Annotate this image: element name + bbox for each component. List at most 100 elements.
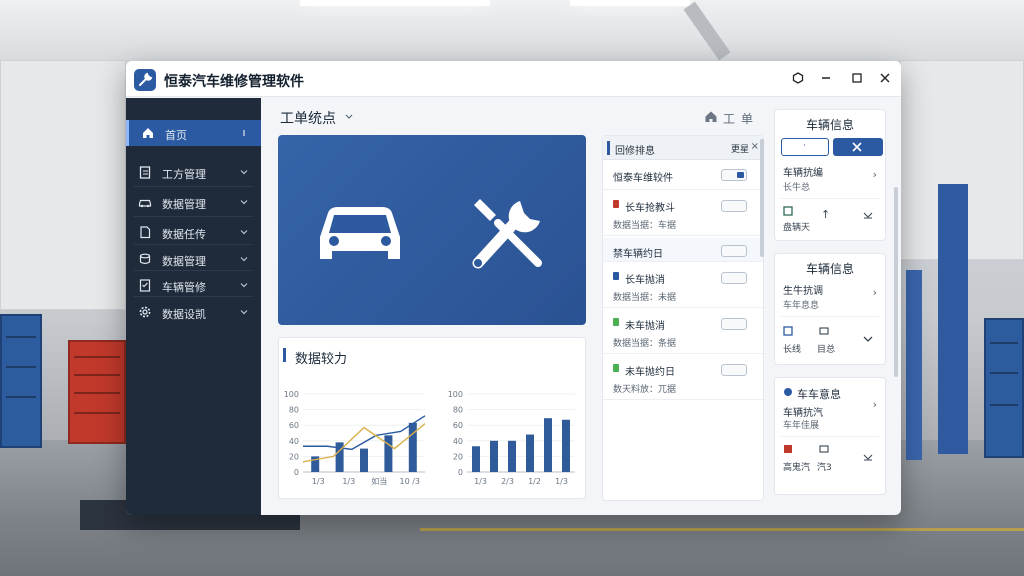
home-icon — [143, 128, 153, 138]
status-marker — [613, 364, 619, 372]
vehicle-item-sub: 车年息息 — [783, 301, 820, 311]
vehicle-card: 车辆信息 生牛抗调 车年息息 › 长线 目总 — [774, 253, 886, 365]
y-tick-label: 100 — [448, 390, 463, 399]
list-item[interactable]: 长车抛消 数据当据：未据 — [603, 264, 763, 308]
right-scrollbar[interactable] — [894, 187, 898, 377]
bar — [562, 419, 570, 472]
close-icon[interactable]: × — [751, 141, 759, 152]
chevron-down-icon — [240, 230, 248, 235]
vehicle-mini-label: 盘辆天 — [783, 223, 811, 233]
vehicle-item-title: 生牛抗调 — [783, 286, 823, 297]
bar — [490, 440, 498, 472]
vehicle-card: 车辆信息 · 车辆抗编 长牛总 › 盘辆天 ↑ — [774, 109, 886, 241]
vehicle-card: 车车意息 车辆抗汽 车年佳展 › 高鬼汽 汽3 — [774, 377, 886, 495]
settings-icon[interactable] — [788, 69, 808, 89]
list-item[interactable]: 未车抛约日数天料放：兀据 — [603, 356, 763, 400]
vehicle-card-header: 车车意息 — [797, 388, 841, 401]
chevron-down-icon — [240, 283, 248, 288]
app-window: 恒泰汽车维修管理软件 首页 工方管理 数据管理 数据任传 数据管理 车辆管修 数… — [126, 61, 901, 515]
bar — [526, 434, 534, 472]
y-tick-label: 20 — [289, 452, 299, 461]
folder-icon — [819, 445, 829, 453]
sidebar-item-data[interactable]: 数据管理 — [126, 189, 261, 215]
doc-icon — [783, 326, 793, 336]
list-item-title: 恒泰车维较件 — [613, 173, 673, 184]
vehicle-search-button[interactable]: · — [781, 138, 829, 156]
y-tick-label: 60 — [453, 421, 463, 430]
x-tick-label: 2/3 — [501, 477, 514, 486]
list-item-title: 未车抛约日 — [625, 367, 675, 378]
arrow-up-icon[interactable]: ↑ — [821, 208, 830, 221]
chevron-right-icon[interactable]: › — [873, 286, 877, 299]
chevron-down-icon[interactable] — [863, 334, 873, 344]
indicator-icon — [243, 130, 245, 136]
chevron-down-icon — [240, 200, 248, 205]
maximize-button[interactable] — [847, 69, 867, 89]
sidebar-item-workorder[interactable]: 工方管理 — [126, 159, 261, 185]
series-line — [303, 415, 426, 451]
list-scrollbar[interactable] — [760, 139, 764, 257]
chevron-right-icon[interactable]: › — [873, 168, 877, 181]
toggle-switch[interactable] — [721, 272, 747, 284]
minimize-button[interactable] — [816, 69, 836, 89]
wrench-screwdriver-icon — [472, 199, 542, 269]
vehicle-tools-button[interactable] — [833, 138, 883, 156]
vehicle-card-header: 车辆信息 — [805, 262, 854, 276]
x-tick-label: 10 /3 — [399, 477, 420, 486]
info-icon — [784, 388, 792, 396]
sidebar-item-label: 数据管理 — [162, 198, 206, 211]
tools-icon — [852, 142, 862, 152]
sidebar-item-label: 车辆管修 — [162, 281, 206, 294]
list-item[interactable]: 未车抛消 数据当据：条据 — [603, 310, 763, 354]
close-button[interactable] — [875, 69, 895, 89]
list-item[interactable]: 长车抢教斗 数据当据：车据 — [603, 192, 763, 236]
bar — [508, 440, 516, 472]
work-list-title: 回修排息 — [615, 146, 655, 157]
app-logo-icon — [134, 69, 156, 91]
toggle-switch[interactable] — [721, 169, 747, 181]
x-tick-label: 如当 — [371, 476, 387, 486]
chevron-down-icon[interactable] — [863, 210, 873, 220]
toggle-switch[interactable] — [721, 364, 747, 376]
breadcrumb[interactable]: 工单 — [723, 110, 759, 127]
list-item-subtitle: 数天料放：兀据 — [613, 385, 677, 395]
y-tick-label: 0 — [294, 468, 299, 477]
charts-canvas: 0 20 40 60 80 100 1/3 1/3 如当 10 /3 0 20 40 60 80 100 1/3… — [284, 390, 575, 486]
vehicle-mini-label: 长线 — [783, 345, 802, 355]
list-item-title: 禁车辆约日 — [613, 249, 663, 260]
toggle-switch[interactable] — [721, 200, 747, 212]
sidebar: 首页 工方管理 数据管理 数据任传 数据管理 车辆管修 数据设凯 — [126, 98, 261, 515]
update-link[interactable]: 更星 — [731, 142, 749, 155]
y-tick-label: 60 — [289, 421, 299, 430]
doc-icon — [783, 206, 793, 216]
sidebar-item-label: 工方管理 — [162, 168, 206, 181]
alert-icon — [784, 445, 792, 453]
sidebar-item-vehicle[interactable]: 车辆管修 — [126, 272, 261, 298]
home-icon[interactable] — [704, 110, 718, 123]
chevron-right-icon[interactable]: › — [873, 398, 877, 411]
toggle-switch[interactable] — [721, 318, 747, 330]
sidebar-item-transfer[interactable]: 数据任传 — [126, 219, 261, 245]
sidebar-item-label: 数据任传 — [162, 228, 206, 241]
chevron-down-icon[interactable] — [344, 113, 354, 121]
page-title: 工单统点 — [280, 111, 336, 127]
checklist-icon — [139, 279, 151, 292]
sidebar-item-home[interactable]: 首页 — [126, 120, 261, 146]
status-marker — [613, 200, 619, 208]
toggle-switch[interactable] — [721, 245, 747, 257]
gear-icon — [139, 306, 151, 318]
chevron-down-icon — [240, 257, 248, 262]
list-item-subtitle: 数据当据：车据 — [613, 221, 677, 231]
y-tick-label: 0 — [458, 468, 463, 477]
sidebar-item-data-2[interactable]: 数据管理 — [126, 246, 261, 272]
vehicle-mini-label: 高鬼汽 — [783, 463, 811, 473]
sidebar-item-label: 数据设凯 — [162, 308, 206, 321]
vehicle-panel: 车辆信息 · 车辆抗编 长牛总 › 盘辆天 ↑ 车辆信息 生牛抗调 车年息息 ›… — [774, 109, 888, 501]
list-item[interactable]: 恒泰车维较件 — [603, 162, 763, 190]
title-bar: 恒泰汽车维修管理软件 — [126, 61, 901, 97]
list-item[interactable]: 禁车辆约日 — [603, 238, 763, 262]
bar — [408, 422, 417, 472]
folder-icon — [819, 327, 829, 335]
chevron-down-icon[interactable] — [863, 452, 873, 462]
sidebar-item-settings[interactable]: 数据设凯 — [126, 299, 261, 325]
